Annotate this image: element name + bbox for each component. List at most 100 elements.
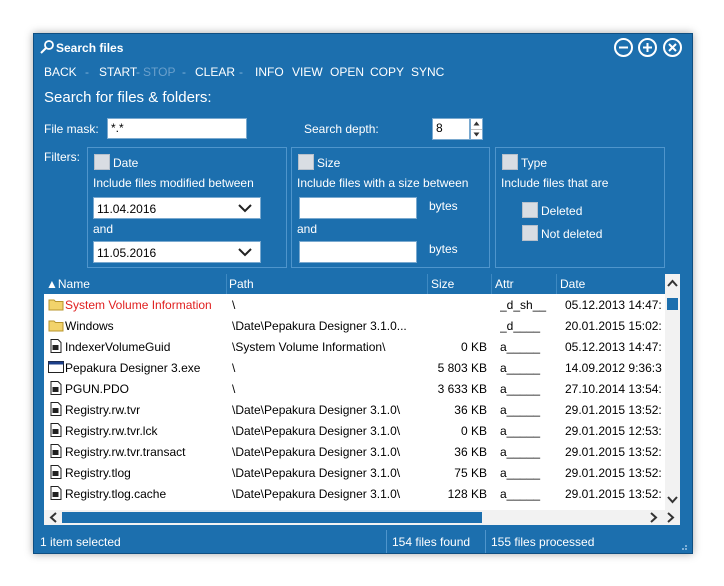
size-from-input[interactable] <box>299 197 417 219</box>
type-filter-panel: Type Include files that are Deleted Not … <box>495 147 665 268</box>
file-size: 75 KB <box>454 466 487 480</box>
file-icon <box>50 486 62 500</box>
list-item[interactable]: IndexerVolumeGuid \System Volume Informat… <box>44 336 665 357</box>
file-date: 05.12.2013 14:47: <box>565 340 662 354</box>
file-date: 29.01.2015 13:52: <box>565 445 662 459</box>
title-bar[interactable]: Search files <box>34 34 692 62</box>
size-to-unit: bytes <box>429 242 458 256</box>
file-path: \Date\Pepakura Designer 3.1.0\ <box>232 445 401 459</box>
sync-button[interactable]: SYNC <box>411 65 444 79</box>
list-item[interactable]: Pepakura Designer 3.exe \ 5 803 KB a_____ 14… <box>44 357 665 378</box>
clear-button[interactable]: CLEAR <box>195 65 235 79</box>
file-icon <box>50 465 62 479</box>
toolbar-separator: - <box>239 65 243 79</box>
list-item[interactable]: Registry.rw.tvr.lck \Date\Pepakura Design… <box>44 420 665 441</box>
column-divider[interactable] <box>427 274 428 294</box>
file-name: Registry.tlog.cache <box>65 487 167 501</box>
resize-grip-icon[interactable] <box>678 541 688 551</box>
file-attr: _d____ <box>500 319 541 333</box>
status-divider <box>485 530 486 553</box>
triangle-down-icon <box>473 132 480 137</box>
size-to-input[interactable] <box>299 241 417 263</box>
file-attr: a_____ <box>500 403 541 417</box>
scroll-right-end-icon <box>667 512 675 523</box>
column-header-attr[interactable]: Attr <box>495 277 514 291</box>
column-header-date[interactable]: Date <box>560 277 585 291</box>
date-filter-checkbox[interactable] <box>94 154 110 170</box>
status-bar: 1 item selected 154 files found 155 file… <box>34 530 692 553</box>
search-depth-label: Search depth: <box>304 122 379 136</box>
minus-icon <box>619 46 628 49</box>
file-attr: a_____ <box>500 424 541 438</box>
deleted-label: Deleted <box>541 204 583 218</box>
start-button[interactable]: START <box>99 65 137 79</box>
column-divider[interactable] <box>491 274 492 294</box>
status-found: 154 files found <box>392 535 471 549</box>
file-mask-label: File mask: <box>44 122 99 136</box>
date-to-select[interactable]: 11.05.2016 <box>93 241 261 263</box>
file-icon <box>50 381 62 395</box>
spin-down-button[interactable] <box>471 130 482 140</box>
deleted-checkbox[interactable] <box>522 202 538 218</box>
list-header: ▲Name Path Size Attr Date <box>44 274 665 294</box>
magnifier-icon <box>40 40 54 54</box>
not-deleted-label: Not deleted <box>541 227 603 241</box>
horizontal-scrollbar[interactable] <box>44 510 680 525</box>
open-button[interactable]: OPEN <box>330 65 364 79</box>
folder-icon <box>48 299 64 311</box>
list-item[interactable]: Registry.tlog \Date\Pepakura Designer 3.1… <box>44 462 665 483</box>
file-date: 29.01.2015 12:53: <box>565 424 662 438</box>
close-icon <box>668 43 677 52</box>
column-divider[interactable] <box>226 274 227 294</box>
file-name: Registry.rw.tvr.lck <box>65 424 158 438</box>
file-icon <box>50 402 62 416</box>
vertical-scrollbar[interactable] <box>665 274 680 510</box>
maximize-button[interactable] <box>638 38 657 57</box>
filters-label: Filters: <box>44 150 80 164</box>
list-item[interactable]: Windows \Date\Pepakura Designer 3.1.0... _… <box>44 315 665 336</box>
spin-up-button[interactable] <box>471 119 482 130</box>
list-item[interactable]: Registry.tlog.cache \Date\Pepakura Design… <box>44 483 665 504</box>
list-item[interactable]: Registry.rw.tvr.transact \Date\Pepakura D… <box>44 441 665 462</box>
list-item[interactable]: Registry.rw.tvr \Date\Pepakura Designer 3… <box>44 399 665 420</box>
search-heading: Search for files & folders: <box>44 89 212 106</box>
size-and-label: and <box>297 222 318 236</box>
file-name: PGUN.PDO <box>65 382 130 396</box>
column-header-size[interactable]: Size <box>431 277 454 291</box>
not-deleted-checkbox[interactable] <box>522 225 538 241</box>
window-title: Search files <box>56 41 124 55</box>
horizontal-scroll-thumb[interactable] <box>62 512 482 523</box>
stop-button[interactable]: STOP <box>143 65 175 79</box>
file-path: \Date\Pepakura Designer 3.1.0\ <box>232 466 401 480</box>
file-mask-input[interactable]: *.* <box>107 118 247 139</box>
vertical-scroll-thumb[interactable] <box>667 298 678 310</box>
minimize-button[interactable] <box>614 38 633 57</box>
toolbar-separator: - <box>182 65 186 79</box>
column-divider[interactable] <box>556 274 557 294</box>
copy-button[interactable]: COPY <box>370 65 404 79</box>
info-button[interactable]: INFO <box>255 65 284 79</box>
search-depth-input[interactable]: 8 <box>432 118 470 140</box>
type-filter-checkbox[interactable] <box>502 154 518 170</box>
list-item[interactable]: PGUN.PDO \ 3 633 KB a_____ 27.10.2014 13:54: <box>44 378 665 399</box>
file-size: 5 803 KB <box>437 361 487 375</box>
size-filter-checkbox[interactable] <box>298 154 314 170</box>
date-to-value: 11.05.2016 <box>97 246 157 260</box>
list-item[interactable]: System Volume Information \ _d_sh__ 05.12.2… <box>44 294 665 315</box>
close-button[interactable] <box>663 38 682 57</box>
file-date: 05.12.2013 14:47: <box>565 298 662 312</box>
scroll-right-icon <box>650 512 658 523</box>
search-depth-stepper[interactable] <box>470 118 483 140</box>
back-button[interactable]: BACK <box>44 65 77 79</box>
file-size: 0 KB <box>460 340 487 354</box>
column-header-name[interactable]: ▲Name <box>46 277 90 291</box>
results-list[interactable]: ▲Name Path Size Attr Date System Volume … <box>44 274 680 510</box>
scroll-down-icon <box>667 496 678 504</box>
column-header-path[interactable]: Path <box>229 277 254 291</box>
chevron-down-icon <box>238 248 252 257</box>
search-files-window: Search files BACK - START - STOP - CLEAR… <box>33 33 693 554</box>
toolbar-separator: - <box>85 65 89 79</box>
date-from-select[interactable]: 11.04.2016 <box>93 197 261 219</box>
date-filter-panel: Date Include files modified between 11.0… <box>87 147 287 268</box>
view-button[interactable]: VIEW <box>292 65 323 79</box>
